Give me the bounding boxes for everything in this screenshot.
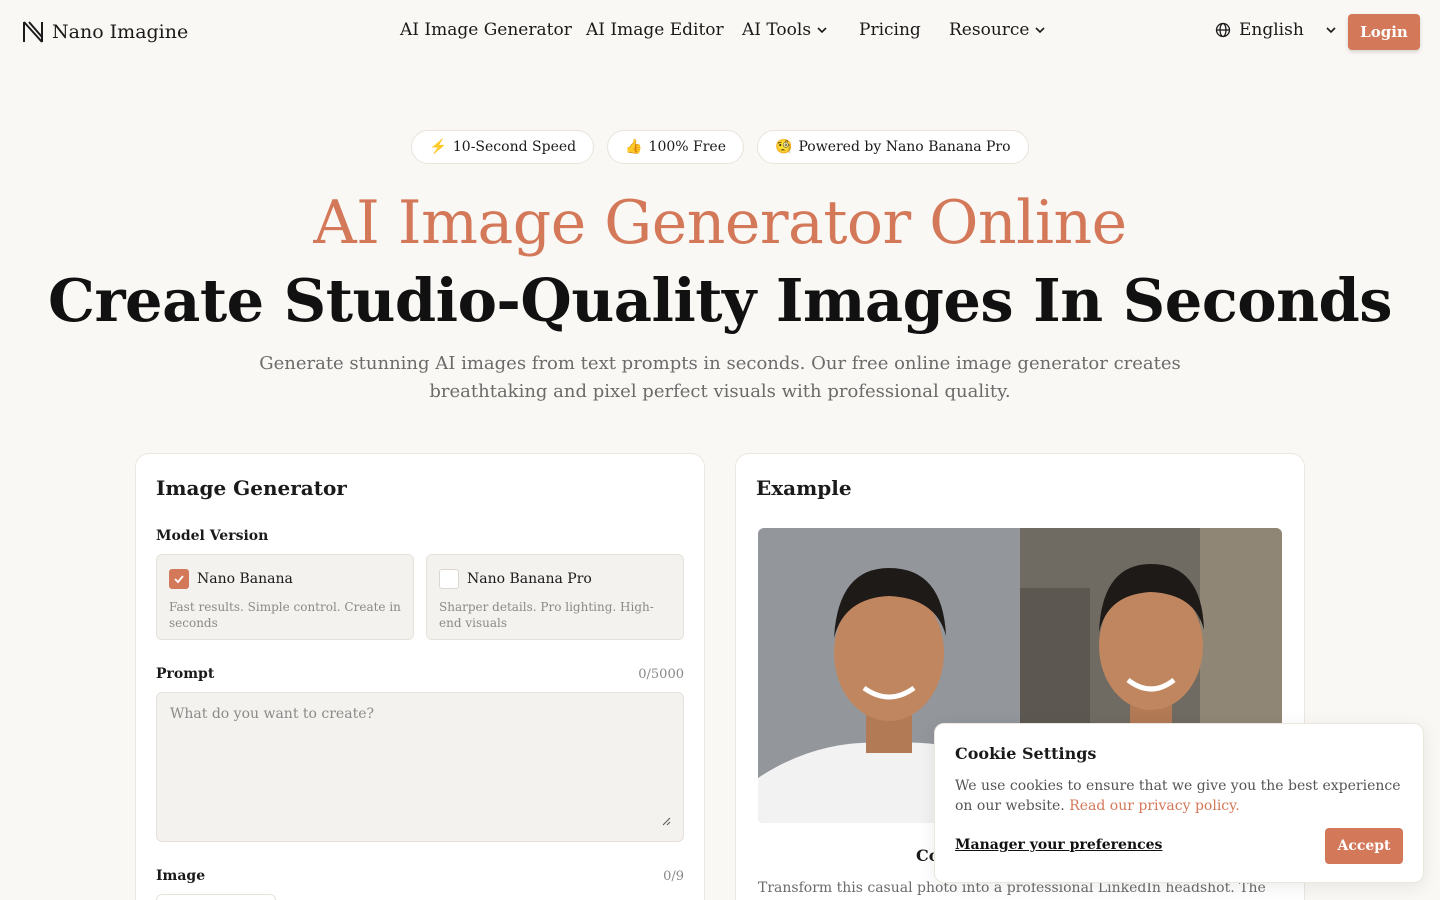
nav-label: AI Tools [742, 20, 812, 40]
chevron-down-icon [1326, 27, 1336, 34]
privacy-policy-link[interactable]: Read our privacy policy. [1069, 798, 1239, 814]
chevron-down-icon [817, 27, 827, 34]
nav-label: Resource [949, 20, 1030, 40]
monocle-face-icon: 🧐 [775, 139, 793, 155]
accept-cookies-button[interactable]: Accept [1325, 828, 1403, 864]
brand[interactable]: Nano Imagine [22, 20, 188, 44]
nav-ai-image-editor[interactable]: AI Image Editor [586, 20, 724, 40]
model-name: Nano Banana Pro [467, 571, 592, 587]
nav-label: Pricing [859, 20, 921, 40]
nav-pricing[interactable]: Pricing [859, 20, 921, 40]
badge-label: 100% Free [648, 139, 726, 155]
nav-label: AI Image Generator [400, 20, 572, 40]
nav-resource[interactable]: Resource [949, 20, 1046, 40]
image-label: Image [156, 868, 206, 884]
resize-handle-icon[interactable] [661, 816, 671, 826]
badge-label: Powered by Nano Banana Pro [798, 139, 1011, 155]
badge-powered: 🧐 Powered by Nano Banana Pro [757, 130, 1029, 164]
checkbox-checked-icon[interactable] [169, 569, 189, 589]
generator-title: Image Generator [156, 476, 347, 500]
nav-ai-tools[interactable]: AI Tools [742, 20, 827, 40]
prompt-label: Prompt [156, 666, 215, 682]
feature-badges: ⚡ 10-Second Speed 👍 100% Free 🧐 Powered … [0, 130, 1440, 164]
nav-label: AI Image Editor [586, 20, 724, 40]
model-description: Fast results. Simple control. Create in … [169, 600, 401, 630]
cookie-text: We use cookies to ensure that we give yo… [955, 776, 1405, 816]
login-button[interactable]: Login [1348, 14, 1420, 50]
checkbox-unchecked-icon[interactable] [439, 569, 459, 589]
hero-subtitle: Create Studio-Quality Images In Seconds [48, 266, 1392, 335]
logo-icon [23, 21, 43, 43]
prompt-counter: 0/5000 [638, 667, 684, 682]
cookie-banner: Cookie Settings We use cookies to ensure… [934, 723, 1424, 883]
model-option-nano-banana[interactable]: Nano Banana Fast results. Simple control… [156, 554, 414, 640]
brand-name: Nano Imagine [52, 21, 189, 43]
model-option-nano-banana-pro[interactable]: Nano Banana Pro Sharper details. Pro lig… [426, 554, 684, 640]
model-name: Nano Banana [197, 571, 293, 587]
hero-description: Generate stunning AI images from text pr… [259, 353, 1181, 402]
cookie-title: Cookie Settings [955, 744, 1097, 763]
top-header: Nano Imagine AI Image Generator AI Image… [0, 0, 1440, 64]
hero-title: AI Image Generator Online [313, 188, 1127, 258]
image-counter: 0/9 [663, 869, 684, 884]
badge-free: 👍 100% Free [607, 130, 744, 164]
thumbs-up-icon: 👍 [625, 139, 643, 155]
model-version-label: Model Version [156, 528, 269, 544]
language-label: English [1239, 20, 1304, 40]
prompt-input[interactable] [156, 692, 684, 842]
example-title: Example [756, 476, 852, 500]
nav-ai-image-generator[interactable]: AI Image Generator [400, 20, 572, 40]
image-upload-area[interactable] [156, 894, 276, 900]
language-selector[interactable]: English [1215, 20, 1336, 40]
badge-speed: ⚡ 10-Second Speed [411, 130, 595, 164]
model-description: Sharper details. Pro lighting. High-end … [439, 600, 654, 630]
badge-label: 10-Second Speed [452, 139, 577, 155]
manage-preferences-link[interactable]: Manager your preferences [955, 837, 1162, 853]
lightning-icon: ⚡ [429, 139, 447, 155]
image-generator-card: Image Generator Model Version Nano Banan… [135, 453, 705, 900]
chevron-down-icon [1035, 27, 1046, 34]
globe-icon [1215, 22, 1231, 38]
